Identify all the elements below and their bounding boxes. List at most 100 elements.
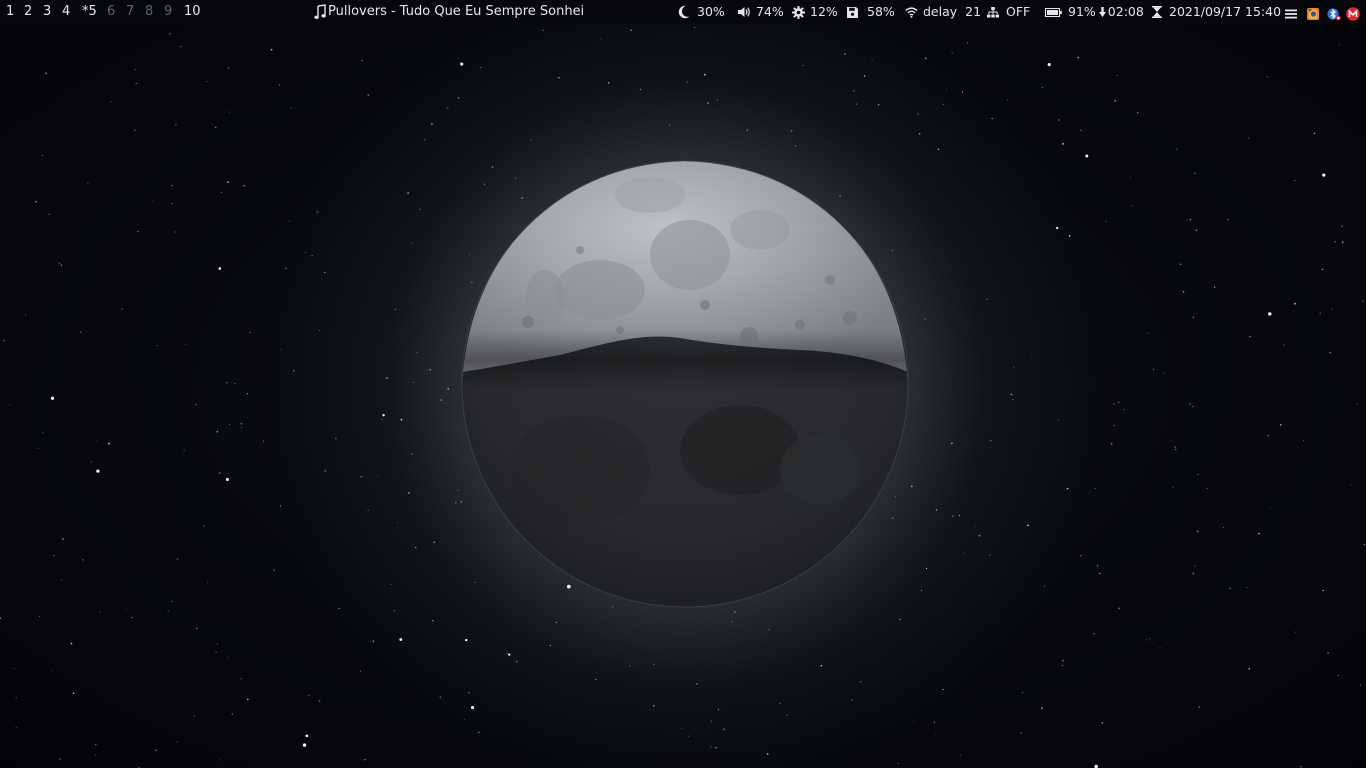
star [217,643,219,645]
workspace-2[interactable]: 2 [24,0,32,24]
star [324,470,326,472]
network-module[interactable]: OFF [987,0,1030,24]
star [1213,286,1216,288]
star [937,148,940,151]
star [687,735,689,737]
star [367,509,369,511]
star [457,489,459,492]
star [1174,448,1177,451]
star [278,84,280,86]
star [171,202,173,205]
star [786,714,788,716]
star [959,754,961,756]
star [1192,572,1195,575]
star [1130,177,1132,178]
star [669,124,671,126]
workspace-4[interactable]: 4 [62,0,70,24]
now-playing[interactable]: Pullovers - Tudo Que Eu Sempre Sonhei [314,0,584,24]
star [629,665,631,667]
star [924,57,927,60]
workspace-10[interactable]: 10 [184,0,201,24]
star [1137,112,1139,114]
star [249,331,251,334]
bluetooth-icon[interactable] [1327,5,1341,21]
volume-module[interactable]: 74% [737,0,784,24]
star [176,741,178,743]
music-note-icon [314,0,328,33]
menu-icon[interactable] [1284,5,1298,19]
moon [462,161,908,607]
star [703,73,706,76]
star [1163,372,1165,374]
disk-module[interactable]: 58% [847,0,895,24]
star [483,183,486,185]
star [429,368,431,371]
star [897,762,899,764]
star [558,76,560,79]
star [1192,316,1195,319]
star [207,581,209,583]
star [360,476,362,478]
workspace-5[interactable]: *5 [82,0,97,24]
clock-value: 2021/09/17 15:40 [1169,4,1282,19]
star [1270,508,1272,510]
star [231,713,234,715]
star [1146,639,1147,641]
star [480,66,482,69]
star [415,546,417,549]
star [225,477,229,482]
star [942,103,945,106]
star [241,427,243,429]
star [94,754,96,756]
star [1113,424,1115,426]
star [894,496,896,498]
clock-module[interactable]: 2021/09/17 15:40 [1152,0,1281,24]
brightness-module[interactable]: 30% [678,0,725,24]
star [1043,585,1046,587]
star [125,609,127,611]
star [135,82,137,84]
workspace-6[interactable]: 6 [107,0,115,24]
star [385,377,388,379]
star [176,558,179,560]
star [219,759,221,761]
star [1123,409,1125,411]
star [1010,393,1013,396]
workspace-8[interactable]: 8 [145,0,153,24]
star [35,200,37,203]
battery-module[interactable]: 91% 02:08 [1045,0,1144,24]
star [1007,99,1009,101]
workspace-3[interactable]: 3 [43,0,51,24]
disk-value: 58% [867,4,895,19]
battery-time: 02:08 [1107,4,1144,19]
wifi-module[interactable]: delay 21 [905,0,981,24]
firefox-icon[interactable] [1306,5,1320,20]
mega-icon[interactable] [1346,5,1360,21]
cpu-value: 12% [810,4,838,19]
star [1195,229,1198,231]
workspace-1[interactable]: 1 [6,0,14,24]
workspace-7[interactable]: 7 [126,0,134,24]
star [1093,632,1095,635]
star [50,396,55,400]
star [318,330,320,332]
star [716,99,719,101]
star [1192,406,1194,408]
star [986,298,988,300]
star [364,758,366,761]
star [1194,565,1196,567]
star [892,250,894,252]
star [424,138,426,141]
star [70,642,73,645]
star [966,42,969,44]
star [1266,76,1268,78]
star [1322,589,1324,592]
star [381,419,383,421]
star [37,447,39,449]
star [910,485,913,488]
workspace-9[interactable]: 9 [164,0,172,24]
cpu-module[interactable]: 12% [792,0,838,24]
floppy-disk-icon [847,6,858,18]
star [220,191,223,194]
star [722,728,725,731]
